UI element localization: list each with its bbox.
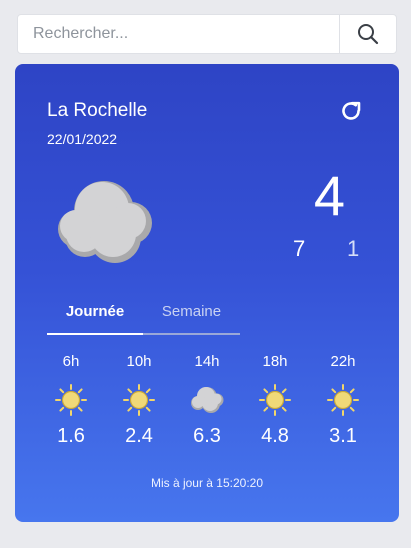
hour-label: 14h: [194, 353, 220, 370]
hour-temperature: 6.3: [193, 425, 221, 447]
sun-icon: [258, 383, 292, 417]
sun-icon: [122, 383, 156, 417]
forecast-date: 22/01/2022: [47, 131, 118, 147]
refresh-icon[interactable]: [339, 99, 363, 123]
sun-icon: [326, 383, 360, 417]
last-updated: Mis à jour à 15:20:20: [150, 476, 264, 490]
hour-label: 18h: [262, 353, 288, 370]
hour-label: 10h: [126, 353, 152, 370]
hour-label: 22h: [330, 353, 356, 370]
hour-temperature: 3.1: [329, 425, 357, 447]
hour-temperature: 2.4: [125, 425, 153, 447]
hour-temperature: 1.6: [57, 425, 85, 447]
hour-label: 6h: [62, 353, 80, 370]
city-name: La Rochelle: [47, 100, 148, 121]
search-button[interactable]: [339, 15, 396, 53]
sun-icon: [54, 383, 88, 417]
search-icon: [358, 24, 379, 45]
weather-card: La Rochelle 22/01/2022 4 7 1 Journée Sem…: [15, 64, 399, 522]
max-temperature: 7: [293, 236, 306, 261]
search-bar: [17, 14, 397, 54]
forecast-tabs: Journée Semaine: [47, 297, 240, 335]
tab-journee[interactable]: Journée: [47, 297, 143, 335]
min-temperature: 1: [347, 236, 360, 261]
cloud-icon: [58, 181, 152, 263]
tab-semaine[interactable]: Semaine: [143, 297, 240, 333]
search-input[interactable]: [18, 15, 339, 53]
current-temperature: 4: [313, 164, 345, 227]
hour-temperature: 4.8: [261, 425, 289, 447]
cloud-icon: [190, 383, 224, 417]
